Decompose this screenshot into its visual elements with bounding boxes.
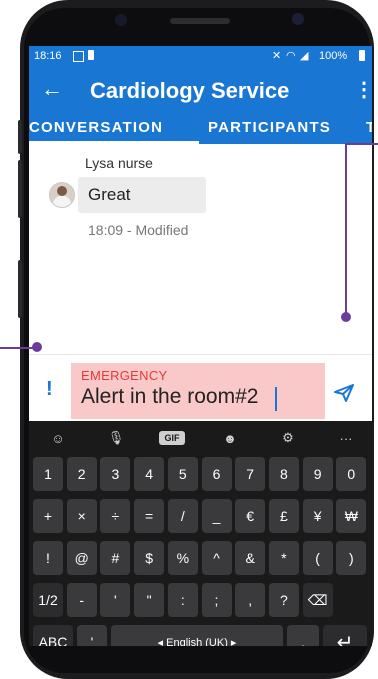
key[interactable]: " bbox=[134, 583, 165, 617]
key-space[interactable]: ◂ English (UK) ▸ bbox=[111, 625, 283, 646]
key[interactable]: 7 bbox=[235, 457, 266, 491]
clipboard-icon bbox=[88, 50, 94, 60]
annotation-line-right-v bbox=[345, 143, 347, 315]
key[interactable]: , bbox=[235, 583, 266, 617]
gallery-icon bbox=[73, 51, 84, 62]
key[interactable]: & bbox=[235, 541, 266, 575]
mic-icon[interactable]: 🎙 bbox=[103, 427, 129, 449]
key[interactable]: 6 bbox=[201, 457, 232, 491]
key[interactable]: 1/2 bbox=[33, 583, 63, 617]
emoji-icon[interactable]: ☺ bbox=[45, 427, 71, 449]
key[interactable]: 8 bbox=[268, 457, 299, 491]
settings-icon[interactable]: ⚙ bbox=[275, 427, 301, 449]
key[interactable]: 2 bbox=[66, 457, 97, 491]
annotation-dot-right bbox=[341, 312, 351, 322]
annotation-line-right-h bbox=[345, 143, 378, 145]
key[interactable]: £ bbox=[268, 499, 299, 533]
key[interactable]: 1 bbox=[33, 457, 63, 491]
mute-icon: ✕ bbox=[272, 50, 282, 62]
key-enter[interactable]: ↵ bbox=[323, 625, 367, 646]
key[interactable]: ; bbox=[201, 583, 232, 617]
volume-up-button bbox=[18, 120, 22, 154]
earpiece bbox=[170, 18, 230, 24]
tab-participants[interactable]: PARTICIPANTS bbox=[208, 119, 331, 136]
key-apostrophe[interactable]: ' bbox=[77, 625, 107, 646]
key[interactable]: * bbox=[268, 541, 299, 575]
key[interactable]: ÷ bbox=[100, 499, 131, 533]
key[interactable]: ⌫ bbox=[302, 583, 333, 617]
key[interactable]: ₩ bbox=[336, 499, 367, 533]
battery-level: 100% bbox=[319, 50, 348, 62]
key[interactable]: : bbox=[167, 583, 198, 617]
key[interactable]: ' bbox=[100, 583, 131, 617]
tab-conversation[interactable]: CONVERSATION bbox=[29, 119, 163, 136]
app-bar: ← Cardiology Service ⋮ bbox=[29, 68, 372, 114]
compose-area: ! EMERGENCY Alert in the room#2 bbox=[29, 355, 372, 421]
text-cursor bbox=[275, 387, 277, 411]
key[interactable]: 0 bbox=[336, 457, 367, 491]
message-meta: 18:09 - Modified bbox=[88, 222, 189, 238]
status-bar: 18:16 ✕ ◠ ◢ 100% bbox=[29, 46, 372, 68]
screen: 18:16 ✕ ◠ ◢ 100% ← Cardiology Service ⋮ … bbox=[29, 46, 372, 646]
key[interactable]: 5 bbox=[167, 457, 198, 491]
page-title: Cardiology Service bbox=[90, 78, 290, 103]
more-icon[interactable]: ··· bbox=[333, 427, 359, 449]
key-abc[interactable]: ABC bbox=[33, 625, 73, 646]
tab-bar: CONVERSATION PARTICIPANTS T bbox=[29, 114, 372, 144]
annotation-dot-left bbox=[32, 342, 42, 352]
key[interactable]: _ bbox=[201, 499, 232, 533]
message-bubble[interactable]: Great bbox=[78, 177, 206, 213]
key[interactable]: $ bbox=[134, 541, 165, 575]
front-sensor bbox=[115, 14, 127, 26]
smiley-icon[interactable]: ☻ bbox=[217, 427, 243, 449]
key[interactable]: 4 bbox=[134, 457, 165, 491]
key[interactable]: ! bbox=[33, 541, 63, 575]
key[interactable]: / bbox=[167, 499, 198, 533]
back-arrow-icon[interactable]: ← bbox=[41, 76, 63, 102]
key[interactable]: ? bbox=[268, 583, 299, 617]
signal-icon: ◢ bbox=[300, 50, 309, 62]
keyboard: ☺ 🎙 GIF ☻ ⚙ ··· 1 2 3 4 5 6 7 8 9 0 + × ÷ = / _ € £ ¥ ₩! @ # $% ^ & *(… bbox=[29, 421, 372, 646]
bixby-button bbox=[18, 260, 22, 318]
key[interactable]: ) bbox=[336, 541, 367, 575]
tab-third[interactable]: T bbox=[366, 119, 372, 136]
volume-down-button bbox=[18, 160, 22, 218]
priority-label: EMERGENCY bbox=[81, 368, 168, 383]
overflow-menu-icon[interactable]: ⋮ bbox=[354, 77, 372, 102]
status-time: 18:16 bbox=[34, 50, 62, 62]
send-icon[interactable] bbox=[333, 383, 355, 403]
annotation-line-left bbox=[0, 347, 36, 349]
avatar bbox=[49, 182, 75, 208]
key[interactable]: = bbox=[134, 499, 165, 533]
conversation-area: Lysa nurse Great 18:09 - Modified bbox=[29, 144, 372, 354]
key[interactable]: 9 bbox=[302, 457, 333, 491]
key[interactable]: € bbox=[235, 499, 266, 533]
key[interactable]: ( bbox=[302, 541, 333, 575]
priority-button[interactable]: ! bbox=[46, 378, 53, 401]
key[interactable]: ^ bbox=[201, 541, 232, 575]
message-text: Great bbox=[88, 185, 131, 204]
key[interactable]: ¥ bbox=[302, 499, 333, 533]
key[interactable]: 3 bbox=[100, 457, 131, 491]
key[interactable]: @ bbox=[66, 541, 97, 575]
front-camera bbox=[292, 13, 304, 25]
message-input-text: Alert in the room#2 bbox=[81, 385, 259, 408]
message-input[interactable]: EMERGENCY Alert in the room#2 bbox=[71, 363, 325, 419]
key[interactable]: # bbox=[100, 541, 131, 575]
key[interactable]: × bbox=[66, 499, 97, 533]
battery-icon bbox=[359, 50, 365, 61]
key-period[interactable]: . bbox=[287, 625, 319, 646]
key[interactable]: % bbox=[167, 541, 198, 575]
gif-icon[interactable]: GIF bbox=[159, 431, 185, 445]
key[interactable]: + bbox=[33, 499, 63, 533]
key[interactable]: - bbox=[66, 583, 97, 617]
sender-name: Lysa nurse bbox=[85, 155, 153, 171]
wifi-icon: ◠ bbox=[286, 50, 296, 62]
